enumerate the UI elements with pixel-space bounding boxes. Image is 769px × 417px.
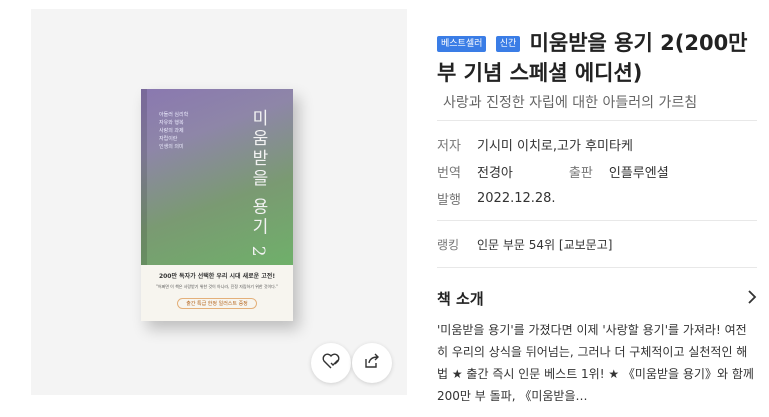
translator-label: 번역 [437, 166, 461, 181]
ranking-row: 랭킹 인문 부문 54위 [교보문고] [437, 220, 757, 268]
badge-new: 신간 [495, 36, 521, 52]
wishlist-button[interactable] [311, 343, 351, 383]
cover-band-headline: 200만 독자가 선택한 우리 시대 새로운 고전! [158, 273, 276, 280]
cover-art: 아들러 심리학 자유와 행복 사랑의 과제 자립이란 인생의 의미 미움받을 용… [141, 89, 293, 265]
publisher-link[interactable]: 인플루엔셜 [609, 162, 669, 181]
cover-panel: 아들러 심리학 자유와 행복 사랑의 과제 자립이란 인생의 의미 미움받을 용… [31, 9, 407, 395]
book-meta: 저자 기시미 이치로,고가 후미타케 번역 전경아 출판 인플루엔셜 발행 20… [437, 120, 757, 212]
author-link[interactable]: 기시미 이치로,고가 후미타케 [477, 135, 633, 154]
book-subtitle: 사랑과 진정한 자립에 대한 아들러의 가르침 [443, 95, 698, 111]
share-button[interactable] [352, 343, 392, 383]
date-label: 발행 [437, 193, 461, 208]
intro-heading: 책 소개 [437, 290, 484, 308]
author-label: 저자 [437, 139, 461, 154]
cover-title: 미움받을 용기 2 [248, 109, 268, 260]
cover-band: 200만 독자가 선택한 우리 시대 새로운 고전! "어쩌면 이 책은 사랑받… [141, 265, 293, 321]
share-icon [363, 353, 381, 373]
badge-bestseller: 베스트셀러 [437, 36, 487, 52]
cover-tiny-text: 아들러 심리학 자유와 행복 사랑의 과제 자립이란 인생의 의미 [159, 112, 189, 150]
heart-check-icon [322, 353, 340, 373]
publisher-label: 출판 [568, 166, 593, 181]
ranking-label: 랭킹 [437, 237, 460, 252]
book-title-row: 베스트셀러 신간 미움받을 용기 2(200만 부 기념 스페셜 에디션) [437, 28, 757, 88]
intro-body: '미움받을 용기'를 가졌다면 이제 '사랑할 용기'를 가져라! 여전히 우리… [437, 323, 754, 403]
intro-header[interactable]: 책 소개 [437, 288, 757, 309]
date-row: 발행 2022.12.28. [437, 185, 757, 212]
translator-publisher-row: 번역 전경아 출판 인플루엔셜 [437, 158, 757, 185]
author-row: 저자 기시미 이치로,고가 후미타케 [437, 131, 757, 158]
translator-link[interactable]: 전경아 [477, 162, 513, 181]
publish-date: 2022.12.28. [477, 191, 556, 206]
cover-band-quote: "어쩌면 이 책은 사랑받기 위한 것이 아니라, 진정 자립하기 위한 것이다… [156, 284, 278, 289]
chevron-right-icon[interactable] [747, 289, 757, 308]
ranking-value[interactable]: 인문 부문 54위 [교보문고] [477, 236, 612, 253]
book-info: 베스트셀러 신간 미움받을 용기 2(200만 부 기념 스페셜 에디션) 사랑… [437, 28, 757, 407]
book-cover[interactable]: 아들러 심리학 자유와 행복 사랑의 과제 자립이란 인생의 의미 미움받을 용… [141, 89, 293, 321]
cover-band-pill: 출간 특급 한정 일러스트 증정 [177, 298, 257, 309]
